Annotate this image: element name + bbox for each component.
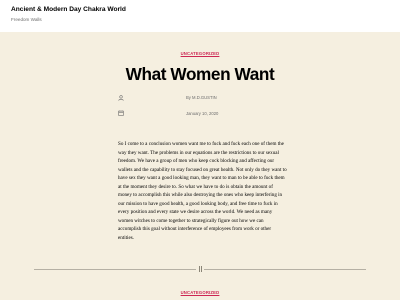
post-title: What Women Want (125, 64, 275, 84)
post-author[interactable]: By M.D.GUSTIN (186, 95, 217, 100)
calendar-icon (118, 103, 124, 121)
site-title[interactable]: Ancient & Modern Day Chakra World (11, 6, 126, 13)
site-tagline: Freedom Walls (11, 17, 42, 22)
post-content: So I come to a conclusion women want me … (118, 141, 287, 241)
site-header: Ancient & Modern Day Chakra World Freedo… (0, 0, 400, 32)
next-post-category-link[interactable]: UNCATEGORIZED (0, 290, 400, 295)
post-category-link[interactable]: UNCATEGORIZED (0, 51, 400, 56)
post-date[interactable]: January 10, 2020 (186, 111, 218, 116)
separator-mark (196, 265, 204, 273)
